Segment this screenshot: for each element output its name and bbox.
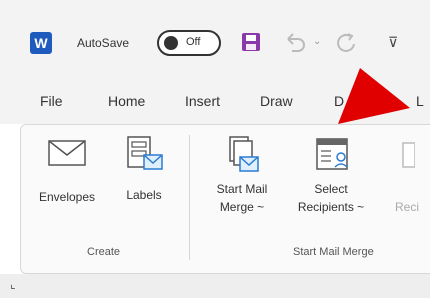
tab-file[interactable]: File — [40, 93, 63, 109]
ruler-corner-icon: ⌞ — [10, 277, 16, 291]
envelopes-button[interactable]: Envelopes — [35, 137, 99, 206]
select-recipients-label-line1: Select — [314, 182, 348, 196]
start-mail-merge-button[interactable]: Start Mail Merge ~ — [203, 135, 281, 216]
tab-draw[interactable]: Draw — [260, 93, 293, 109]
group-label-create: Create — [87, 246, 121, 258]
tab-home[interactable]: Home — [108, 93, 145, 109]
undo-icon[interactable] — [282, 32, 308, 54]
labels-button[interactable]: Labels — [117, 135, 171, 204]
edit-recipients-button[interactable]: Reci — [395, 135, 430, 216]
red-pointer-arrow — [338, 68, 410, 124]
undo-dropdown-icon[interactable]: ⌄ — [313, 36, 321, 47]
toggle-state-text: Off — [186, 36, 201, 48]
group-label-start-mail-merge: Start Mail Merge — [293, 246, 374, 258]
start-mail-merge-label-line2: Merge ~ — [219, 200, 265, 214]
ribbon-panel: Envelopes Labels Create Start Mail Merge… — [20, 124, 430, 274]
edit-recipients-icon — [402, 142, 416, 168]
envelope-icon — [48, 140, 86, 166]
select-recipients-icon — [316, 138, 348, 170]
envelopes-label: Envelopes — [38, 190, 96, 204]
toggle-knob — [164, 36, 178, 50]
edit-recipients-label-line2: Reci — [395, 200, 420, 214]
labels-icon — [127, 136, 163, 170]
autosave-toggle[interactable]: Off — [157, 30, 221, 56]
save-icon[interactable] — [240, 31, 262, 53]
autosave-label: AutoSave — [77, 36, 130, 50]
select-recipients-label-line2: Recipients ~ — [297, 200, 365, 214]
select-recipients-button[interactable]: Select Recipients ~ — [285, 135, 377, 216]
tab-insert[interactable]: Insert — [185, 93, 220, 109]
labels-label: Labels — [126, 188, 162, 202]
group-separator — [189, 135, 190, 260]
start-mail-merge-label-line1: Start Mail — [216, 182, 268, 196]
redo-icon[interactable] — [334, 32, 360, 56]
document-ruler-corner: ⌞ — [0, 274, 430, 298]
word-icon: W — [30, 32, 52, 54]
edit-recipients-label-line1 — [395, 180, 430, 198]
start-mail-merge-icon — [229, 136, 259, 172]
more-icon[interactable]: ⊽ — [388, 34, 398, 51]
